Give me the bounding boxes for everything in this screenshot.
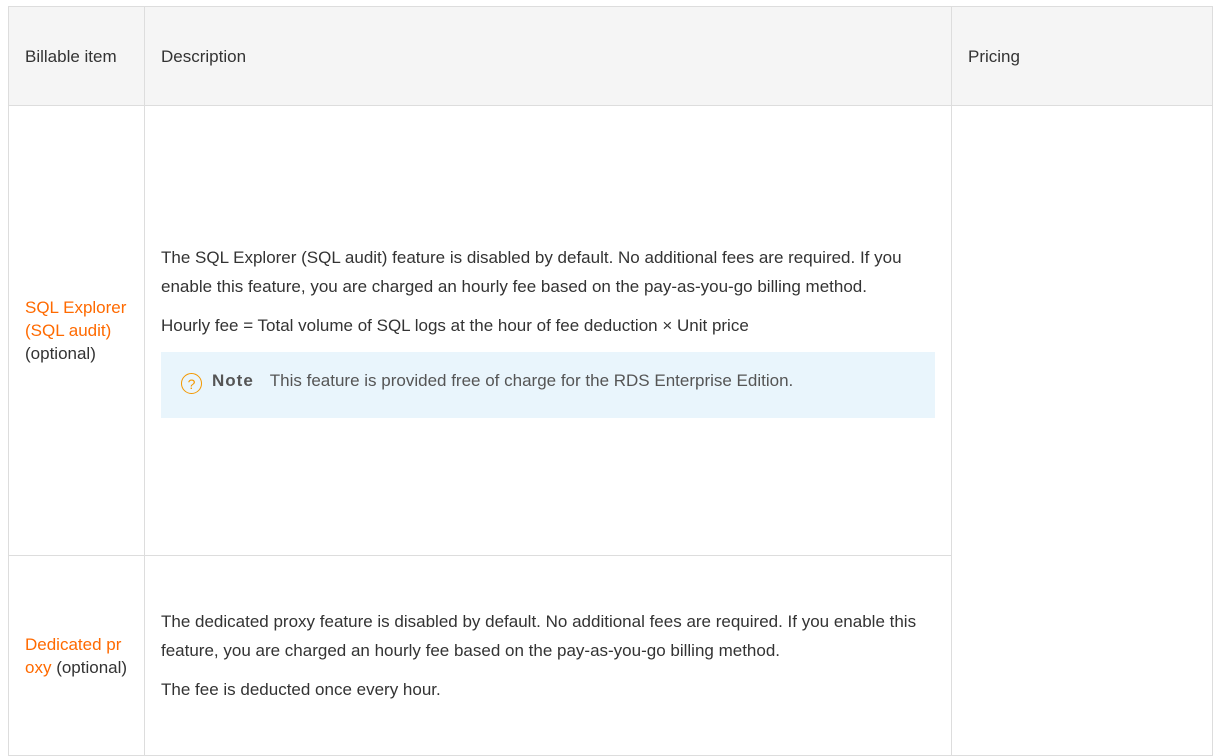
note-text: This feature is provided free of charge …: [269, 370, 794, 390]
description-cell: The dedicated proxy feature is disabled …: [144, 555, 952, 756]
description-paragraph: The SQL Explorer (SQL audit) feature is …: [161, 247, 902, 296]
item-optional-label: (optional): [25, 344, 96, 363]
description-paragraph: The fee is deducted once every hour.: [161, 679, 441, 699]
description-cell: The SQL Explorer (SQL audit) feature is …: [144, 105, 952, 556]
table-header-row: Billable item Description Pricing: [8, 6, 1213, 106]
billing-table: Billable item Description Pricing SQL Ex…: [8, 6, 1213, 756]
question-circle-icon: ?: [181, 373, 202, 394]
note-box: ? Note This feature is provided free of ch…: [161, 351, 935, 418]
table-row: SQL Explorer (SQL audit) (optional) The …: [8, 105, 1213, 756]
header-billable-item: Billable item: [8, 6, 145, 106]
sql-explorer-link[interactable]: SQL Explorer (SQL audit): [25, 298, 126, 340]
item-optional-label: (optional): [51, 657, 128, 677]
note-label: Note: [212, 370, 254, 390]
header-pricing: Pricing: [951, 6, 1213, 106]
header-description: Description: [144, 6, 952, 106]
fee-formula: Hourly fee = Total volume of SQL logs at…: [161, 315, 749, 335]
description-paragraph: The dedicated proxy feature is disabled …: [161, 611, 917, 660]
pricing-cell: [951, 105, 1213, 756]
billable-item-cell: SQL Explorer (SQL audit) (optional): [8, 105, 145, 556]
billable-item-cell: Dedicated proxy (optional): [8, 555, 145, 756]
